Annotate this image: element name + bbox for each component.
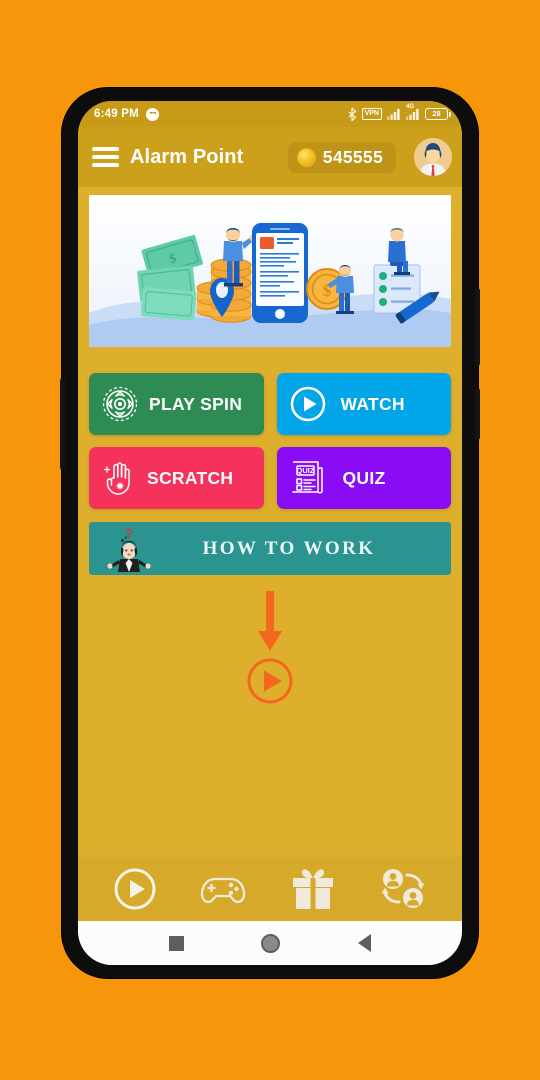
messenger-icon	[145, 107, 159, 121]
signal-bars-icon	[387, 109, 400, 120]
scratch-label: SCRATCH	[147, 467, 234, 488]
watch-label: WATCH	[340, 393, 405, 414]
play-spin-label: PLAY SPIN	[149, 393, 243, 414]
quiz-paper-icon: QUIZ	[291, 461, 323, 494]
spin-wheel-icon	[102, 386, 138, 422]
main-content: $ $ PLAY SPIN WATCH SCRATCH QUIZ QUIZ ? …	[78, 187, 462, 857]
how-to-work-banner[interactable]: ? HOW TO WORK	[89, 522, 451, 575]
svg-text:QUIZ: QUIZ	[296, 466, 314, 475]
refer-friends-icon	[381, 869, 425, 908]
signal-bars-4g-icon: 4G	[406, 104, 420, 120]
svg-text:?: ?	[125, 526, 133, 541]
vpn-badge: VPN	[361, 108, 382, 120]
volume-button[interactable]	[60, 378, 65, 470]
app-bar: Alarm Point 545555	[78, 127, 462, 187]
scratch-button[interactable]: SCRATCH	[89, 447, 264, 509]
play-circle-icon	[290, 386, 325, 422]
nav-games-button[interactable]	[199, 869, 247, 909]
how-to-work-label: HOW TO WORK	[202, 537, 376, 559]
game-controller-icon	[200, 877, 246, 904]
bottom-navigation-bar	[78, 857, 462, 921]
coin-balance-value: 545555	[322, 146, 383, 167]
hamburger-menu-icon[interactable]	[92, 143, 119, 171]
down-arrow-icon	[258, 591, 282, 651]
status-bar-time: 6:49 PM	[94, 108, 139, 120]
tutorial-hint-zone	[89, 575, 451, 857]
nav-video-button[interactable]	[113, 867, 157, 911]
quiz-label: QUIZ	[342, 467, 386, 488]
nav-referral-button[interactable]	[379, 867, 427, 911]
quiz-button[interactable]: QUIZ QUIZ	[276, 447, 451, 509]
circle-home-icon[interactable]	[261, 933, 281, 953]
avatar[interactable]	[414, 138, 452, 176]
watch-button[interactable]: WATCH	[276, 373, 451, 435]
play-circle-outline-icon[interactable]	[246, 657, 294, 705]
battery-indicator: 28	[425, 108, 451, 120]
square-recents-icon[interactable]	[168, 935, 184, 951]
scratch-hand-icon	[103, 462, 130, 495]
battery-level-label: 28	[432, 109, 441, 119]
page-title: Alarm Point	[130, 145, 244, 168]
power-button[interactable]	[475, 288, 480, 366]
gift-box-icon	[293, 869, 333, 909]
play-spin-button[interactable]: PLAY SPIN	[89, 373, 264, 435]
play-circle-icon	[114, 868, 156, 910]
coin-icon	[296, 147, 316, 167]
status-bar: 6:49 PM VPN 4G 28	[78, 101, 462, 127]
secondary-side-button[interactable]	[475, 388, 480, 440]
promo-illustration-banner[interactable]: $ $	[89, 195, 451, 347]
phone-screen: 6:49 PM VPN 4G 28 Alarm Point 545555 $ $…	[78, 101, 462, 965]
phone-device-frame: 6:49 PM VPN 4G 28 Alarm Point 545555 $ $…	[60, 88, 480, 978]
triangle-back-icon[interactable]	[358, 934, 372, 952]
action-button-grid: PLAY SPIN WATCH SCRATCH QUIZ QUIZ	[89, 373, 451, 509]
nav-rewards-button[interactable]	[289, 867, 337, 911]
coin-balance-badge[interactable]: 545555	[287, 141, 396, 173]
android-system-nav	[78, 921, 462, 965]
bluetooth-icon	[348, 107, 356, 121]
confused-person-icon: ?	[107, 526, 151, 572]
